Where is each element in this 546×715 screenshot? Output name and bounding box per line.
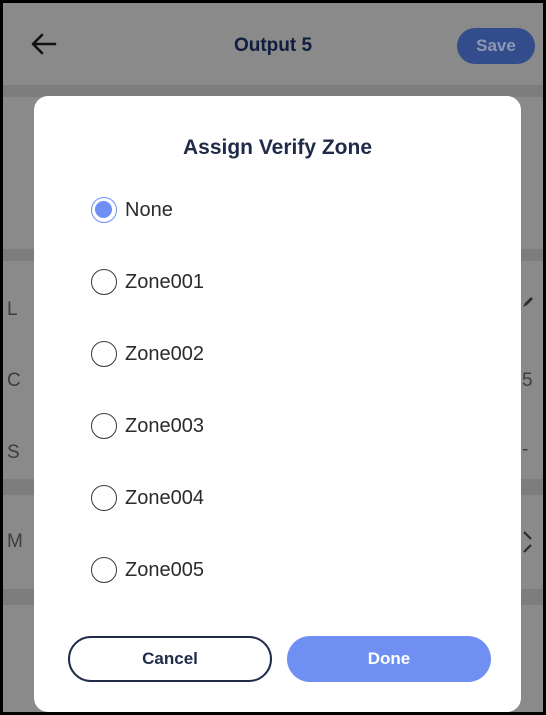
option-zone001[interactable]: Zone001: [91, 264, 391, 300]
save-button[interactable]: Save: [457, 28, 535, 64]
dialog-title: Assign Verify Zone: [182, 136, 373, 159]
option-zone003[interactable]: Zone003: [91, 408, 391, 444]
background-row-label: M: [7, 531, 23, 552]
option-label: Zone002: [125, 342, 204, 365]
option-zone002[interactable]: Zone002: [91, 336, 391, 372]
edit-pencil-icon: [523, 297, 533, 307]
radio-unselected-icon[interactable]: [91, 341, 117, 367]
background-row-label: C: [7, 370, 21, 391]
option-none[interactable]: None: [91, 192, 391, 228]
option-zone004[interactable]: Zone004: [91, 480, 391, 516]
assign-verify-zone-dialog: Assign Verify Zone None Zone001 Zone002 …: [34, 96, 521, 712]
option-label: None: [125, 198, 173, 221]
radio-unselected-icon[interactable]: [91, 485, 117, 511]
background-row-label: S: [7, 442, 20, 463]
done-button[interactable]: Done: [287, 636, 491, 682]
background-row-label: L: [7, 299, 18, 320]
radio-unselected-icon[interactable]: [91, 269, 117, 295]
option-label: Zone001: [125, 270, 204, 293]
radio-unselected-icon[interactable]: [91, 413, 117, 439]
radio-unselected-icon[interactable]: [91, 557, 117, 583]
radio-selected-icon[interactable]: [91, 197, 117, 223]
cancel-button[interactable]: Cancel: [68, 636, 272, 682]
app-screen: Output 5 Save L C S M 5 - Assign Verify …: [3, 3, 543, 712]
background-row-value: 5: [522, 370, 533, 391]
option-label: Zone005: [125, 558, 204, 581]
chevron-icon: [523, 531, 532, 553]
top-bar: Output 5 Save: [3, 3, 543, 83]
option-zone005[interactable]: Zone005: [91, 552, 391, 588]
option-label: Zone004: [125, 486, 204, 509]
option-label: Zone003: [125, 414, 204, 437]
background-row-value: -: [522, 439, 529, 460]
